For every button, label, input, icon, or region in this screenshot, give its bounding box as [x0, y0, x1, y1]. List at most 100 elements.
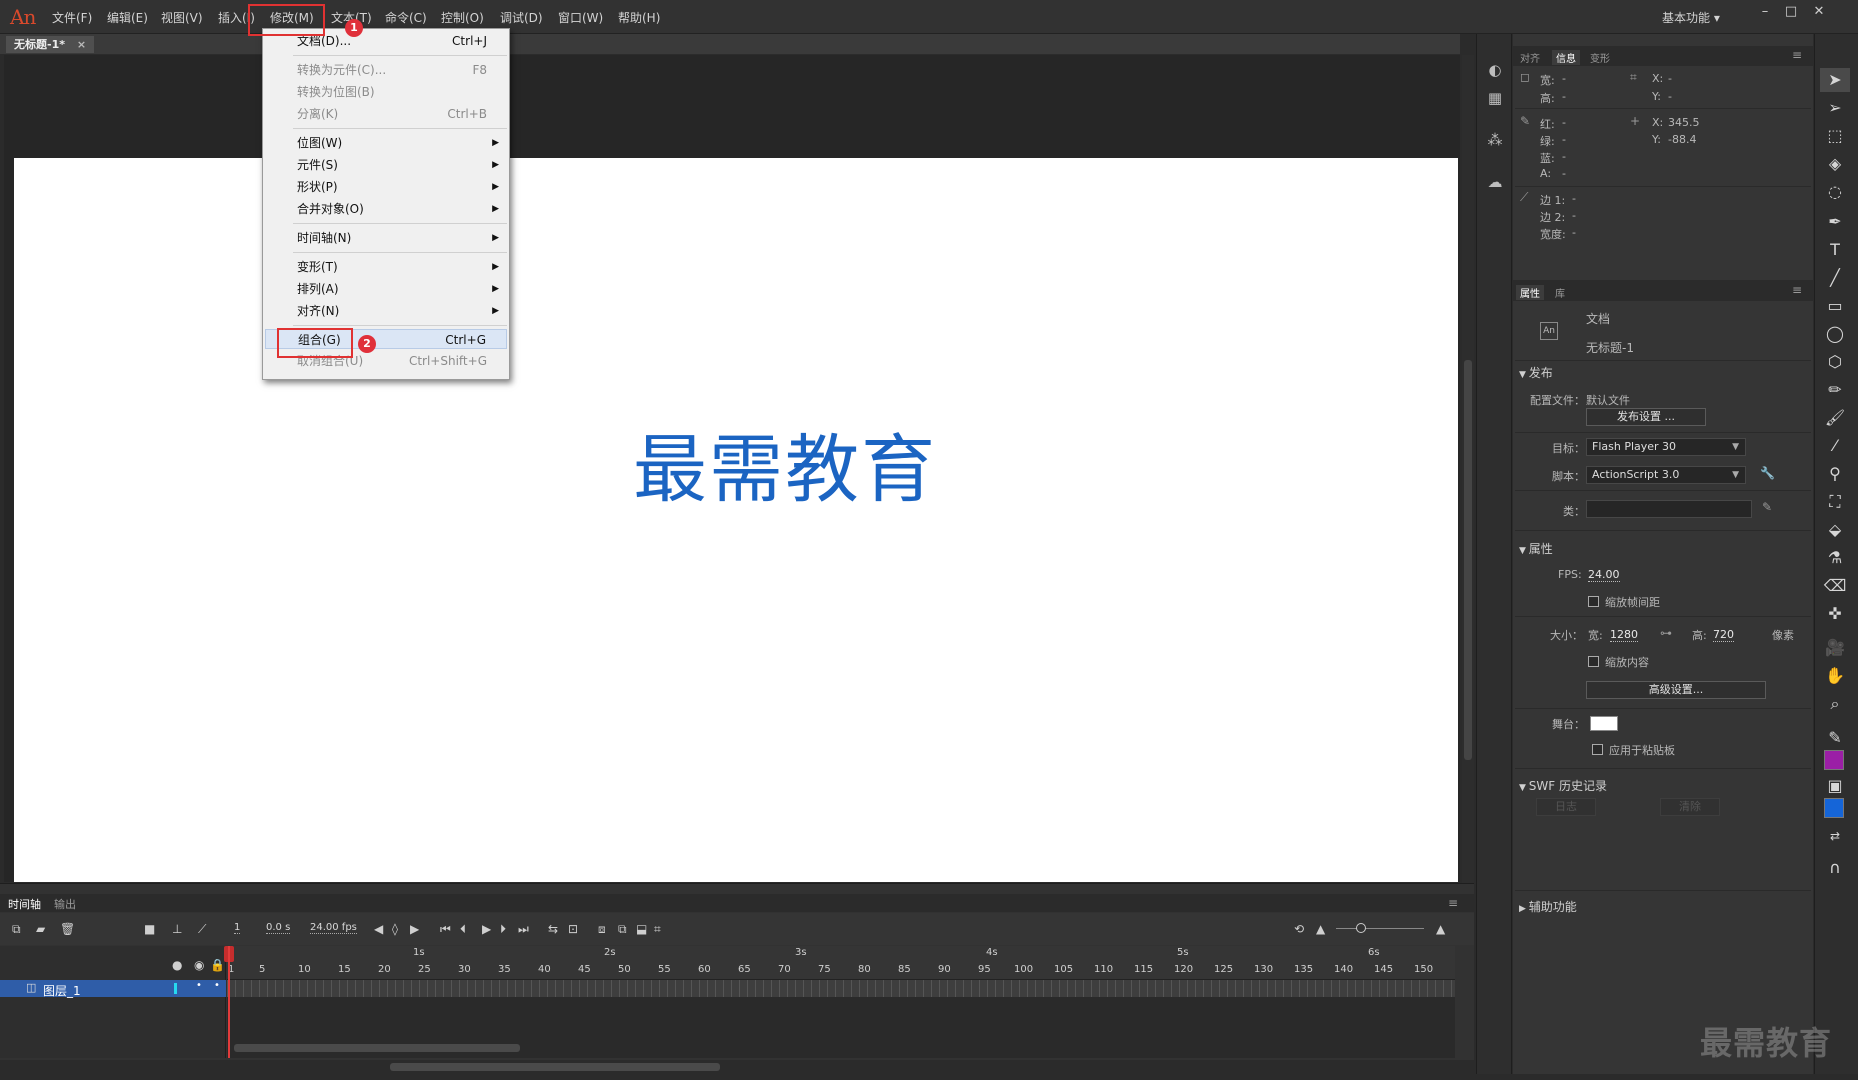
publish-section-header[interactable]: ▼ 发布	[1519, 364, 1553, 381]
tab-properties[interactable]: 属性	[1516, 285, 1544, 300]
edit-multiple-frames-icon[interactable]: ⧈	[598, 922, 606, 937]
visibility-eye-icon[interactable]: ◉	[194, 958, 204, 972]
stroke-color-swatch[interactable]	[1824, 750, 1844, 770]
zoom-slider-handle[interactable]	[1356, 923, 1366, 933]
log-button[interactable]: 日志	[1536, 798, 1596, 816]
swap-colors-icon[interactable]: ⇄	[1820, 824, 1850, 848]
eraser-tool-icon[interactable]: ⌫	[1820, 574, 1850, 598]
clear-button[interactable]: 清除	[1660, 798, 1720, 816]
frame-rate[interactable]: 24.00 fps	[310, 922, 357, 934]
camera-tool-icon[interactable]: 🎥	[1820, 636, 1850, 660]
menu-item-convert-to-bitmap[interactable]: 转换为位图(B)	[263, 82, 509, 102]
menu-window[interactable]: 窗口(W)	[558, 9, 603, 26]
panel-menu-icon[interactable]: ≡	[1792, 283, 1802, 297]
menu-item-timeline[interactable]: 时间轴(N) ▶	[263, 228, 509, 248]
step-back-icon[interactable]: ⏴	[460, 922, 466, 937]
zoom-out-icon[interactable]: ▲	[1316, 922, 1325, 936]
layer-name[interactable]: 图层_1	[43, 982, 81, 999]
apply-pasteboard-checkbox[interactable]	[1592, 744, 1603, 755]
stroke-color-icon[interactable]: ✎	[1820, 726, 1850, 750]
add-keyframe-icon[interactable]: ◊	[392, 922, 398, 936]
link-icon[interactable]: ⊶	[1660, 626, 1672, 640]
menu-item-combine-objects[interactable]: 合并对象(O) ▶	[263, 199, 509, 219]
onion-outline-icon[interactable]: ⧉	[618, 922, 627, 937]
tab-info[interactable]: 信息	[1552, 50, 1580, 65]
step-forward-icon[interactable]: ⏵	[500, 922, 506, 937]
scale-content-checkbox[interactable]	[1588, 656, 1599, 667]
tab-timeline[interactable]: 时间轴	[8, 896, 41, 912]
stage-horizontal-scrollbar[interactable]	[0, 1060, 1474, 1074]
lasso-tool-icon[interactable]: ◌	[1820, 180, 1850, 204]
playhead[interactable]	[228, 946, 230, 1058]
script-select[interactable]: ActionScript 3.0 ▼	[1586, 466, 1746, 484]
menu-item-transform[interactable]: 变形(T) ▶	[263, 257, 509, 277]
zoom-tool-icon[interactable]: ⌕	[1820, 692, 1850, 716]
text-tool-icon[interactable]: T	[1820, 238, 1850, 262]
brush-tool-icon[interactable]: 🖌	[1820, 406, 1850, 430]
menu-item-symbol[interactable]: 元件(S) ▶	[263, 155, 509, 175]
stage-height-value[interactable]: 720	[1713, 628, 1734, 642]
current-frame[interactable]: 1	[234, 922, 241, 934]
menu-item-convert-to-symbol[interactable]: 转换为元件(C)... F8	[263, 60, 509, 80]
layer-parenting-icon[interactable]: ⊥	[172, 922, 182, 936]
timeline-zoom-slider[interactable]	[1336, 928, 1424, 929]
panel-menu-icon[interactable]: ≡	[1448, 896, 1458, 910]
accessibility-header[interactable]: ▶ 辅助功能	[1519, 898, 1577, 915]
swatches-panel-icon[interactable]: ▦	[1484, 88, 1506, 108]
rectangle-tool-icon[interactable]: ▭	[1820, 294, 1850, 318]
tab-align[interactable]: 对齐	[1520, 50, 1540, 65]
width-tool-icon[interactable]: ✜	[1820, 602, 1850, 626]
play-icon[interactable]: ▶	[482, 922, 491, 936]
3d-rotation-tool-icon[interactable]: ◈	[1820, 152, 1850, 176]
stage-width-value[interactable]: 1280	[1610, 628, 1638, 642]
stage-color-swatch[interactable]	[1590, 716, 1618, 731]
menu-debug[interactable]: 调试(D)	[500, 9, 543, 26]
tab-transform[interactable]: 变形	[1590, 50, 1610, 65]
target-select[interactable]: Flash Player 30 ▼	[1586, 438, 1746, 456]
layer-row[interactable]: ◫ 图层_1 • •	[0, 980, 226, 999]
tab-library[interactable]: 库	[1555, 285, 1565, 300]
document-tab[interactable]: 无标题-1* ×	[6, 36, 95, 53]
maximize-button[interactable]: □	[1776, 3, 1806, 21]
show-layer-icon[interactable]: ●	[172, 958, 182, 972]
polystar-tool-icon[interactable]: ⬡	[1820, 350, 1850, 374]
workspace-selector[interactable]: 基本功能 ▾	[1662, 9, 1720, 26]
stage-text-object[interactable]: 最需教育	[633, 410, 937, 517]
components-panel-icon[interactable]: ⁂	[1484, 130, 1506, 150]
panel-menu-icon[interactable]: ≡	[1792, 48, 1802, 62]
selection-tool-icon[interactable]: ➤	[1820, 68, 1850, 92]
menu-edit[interactable]: 编辑(E)	[107, 9, 148, 26]
new-layer-icon[interactable]: ⧉	[12, 922, 21, 937]
menu-file[interactable]: 文件(F)	[52, 9, 92, 26]
layer-frames[interactable]	[227, 980, 1455, 997]
go-to-last-frame-icon[interactable]: ⏭	[518, 922, 529, 937]
fps-value[interactable]: 24.00	[1588, 568, 1620, 582]
lock-icon[interactable]: 🔒	[210, 958, 225, 972]
camera-icon[interactable]: ■	[144, 922, 155, 936]
menu-item-shape[interactable]: 形状(P) ▶	[263, 177, 509, 197]
tab-output[interactable]: 输出	[54, 896, 76, 912]
timeline-scroll-thumb[interactable]	[234, 1044, 520, 1052]
zoom-in-icon[interactable]: ▲	[1436, 922, 1445, 936]
advanced-settings-button[interactable]: 高级设置...	[1586, 681, 1766, 699]
paint-bucket-tool-icon[interactable]: ⛶	[1820, 490, 1850, 514]
new-folder-icon[interactable]: ▰	[36, 922, 45, 936]
menu-control[interactable]: 控制(O)	[441, 9, 484, 26]
menu-item-arrange[interactable]: 排列(A) ▶	[263, 279, 509, 299]
scale-spans-checkbox[interactable]	[1588, 596, 1599, 607]
center-frame-icon[interactable]: ⌗	[654, 922, 661, 937]
free-transform-tool-icon[interactable]: ⬚	[1820, 124, 1850, 148]
properties-section-header[interactable]: ▼ 属性	[1519, 540, 1553, 557]
menu-view[interactable]: 视图(V)	[161, 9, 203, 26]
menu-item-bitmap[interactable]: 位图(W) ▶	[263, 133, 509, 153]
swf-history-header[interactable]: ▼ SWF 历史记录	[1519, 777, 1607, 794]
delete-layer-icon[interactable]: 🗑	[60, 922, 75, 936]
lock-dot-icon[interactable]: •	[214, 980, 220, 991]
stage[interactable]	[14, 158, 1458, 882]
eyedropper-tool-icon[interactable]: ⚗	[1820, 546, 1850, 570]
fill-color-swatch[interactable]	[1824, 798, 1844, 818]
cc-libraries-icon[interactable]: ☁	[1484, 172, 1506, 192]
next-keyframe-icon[interactable]: ▶	[410, 922, 419, 936]
onion-skin-icon[interactable]: ⊡	[568, 922, 578, 936]
elapsed-time[interactable]: 0.0 s	[266, 922, 291, 934]
